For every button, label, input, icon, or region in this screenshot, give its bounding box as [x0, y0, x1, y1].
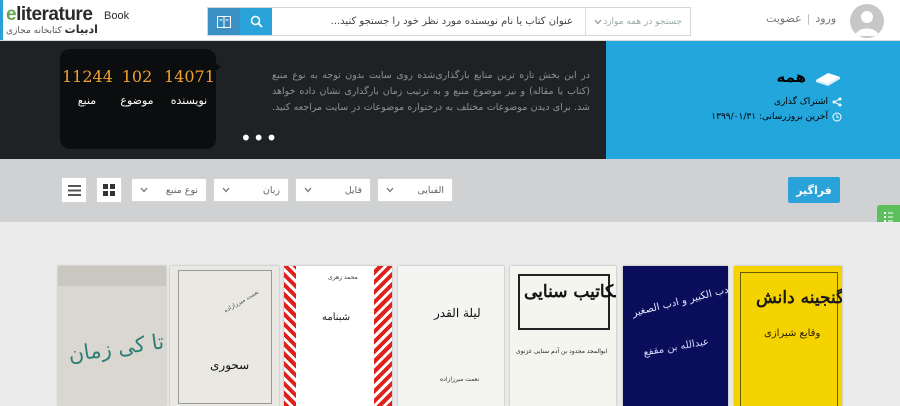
book-title: سحوری — [210, 358, 250, 372]
book-author: نعمت میرزازاده — [440, 376, 480, 383]
chevron-down-icon — [386, 187, 394, 193]
share-icon — [832, 97, 842, 107]
last-updated: آخرین بروزرسانی: ۱۳۹۹/۰۱/۳۱ — [711, 112, 842, 122]
stat-authors: 14071 نویسنده — [164, 67, 215, 107]
book-author: ابوالمجد مجدود بن آدم سنایی غزنوی — [516, 348, 608, 355]
book-icon — [816, 73, 840, 86]
keyboard-icon — [217, 15, 231, 28]
accent-bar — [0, 0, 3, 40]
clock-icon — [832, 112, 842, 122]
book-title: ادب الکبیر و ادب الصغیر — [631, 283, 728, 320]
share-link[interactable]: اشتراک گذاری — [774, 97, 842, 107]
search-input[interactable] — [274, 8, 579, 35]
book-author: محمد زهری — [328, 274, 358, 281]
chevron-down-icon — [304, 187, 312, 193]
book-card[interactable]: گنجینه دانش وقایع شیرازی — [734, 266, 842, 406]
list-view-button[interactable] — [61, 177, 87, 203]
language-select[interactable]: زبان — [213, 178, 289, 202]
stat-subjects: 102 موضوع — [120, 67, 154, 107]
logo-subtitle: ادبیات کتابخانه مجازی — [6, 23, 98, 36]
grid-icon — [103, 184, 115, 196]
search-icon — [250, 15, 263, 28]
search-scope-select[interactable]: جستجو در همه موارد — [585, 8, 690, 35]
chevron-down-icon — [594, 19, 602, 24]
site-logo[interactable]: eliterature Book ادبیات کتابخانه مجازی — [6, 4, 134, 36]
file-select[interactable]: فایل — [295, 178, 371, 202]
book-author: عبدالله بن مقفع — [642, 336, 710, 359]
search-bar: جستجو در همه موارد — [207, 7, 691, 36]
more-button[interactable]: ••• — [240, 126, 278, 150]
book-card[interactable]: سحوری نعمت میرزازاده — [170, 266, 279, 406]
register-link[interactable]: عضویت — [766, 12, 802, 25]
keyboard-button[interactable] — [208, 8, 240, 35]
book-card[interactable]: مکاتیب سنایی ابوالمجد مجدود بن آدم سنایی… — [510, 266, 616, 406]
learner-button[interactable]: فراگیر — [788, 177, 840, 203]
book-author: وقایع شیرازی — [764, 328, 821, 339]
user-icon — [855, 11, 879, 36]
book-title: لیلة القدر — [434, 306, 481, 320]
page-title: همه — [776, 68, 842, 86]
source-type-select[interactable]: نوع منبع — [131, 178, 207, 202]
book-title: مکاتیب سنایی — [524, 282, 616, 302]
alphabet-select[interactable]: الفبایی — [377, 178, 453, 202]
book-title: تا کی زمان — [66, 329, 166, 367]
chevron-down-icon — [140, 187, 148, 193]
cover-pattern — [374, 266, 392, 406]
chevron-down-icon — [222, 187, 230, 193]
auth-links: ورود | عضویت — [766, 12, 836, 25]
book-title: شبنامه — [322, 312, 351, 323]
avatar[interactable] — [850, 4, 884, 38]
search-button[interactable] — [240, 8, 272, 35]
stat-sources: 11244 منبع — [62, 67, 113, 107]
book-title: گنجینه دانش — [756, 288, 842, 308]
divider: | — [806, 12, 811, 25]
login-link[interactable]: ورود — [815, 12, 836, 25]
book-card[interactable]: ادب الکبیر و ادب الصغیر عبدالله بن مقفع — [623, 266, 728, 406]
top-header: eliterature Book ادبیات کتابخانه مجازی ج… — [0, 0, 900, 41]
logo-book-label: Book — [104, 10, 130, 22]
stats-card: 14071 نویسنده 102 موضوع 11244 منبع — [60, 49, 216, 149]
book-card[interactable]: لیلة القدر نعمت میرزازاده — [398, 266, 504, 406]
list-icon — [67, 184, 81, 196]
stats-card-pointer — [212, 60, 221, 74]
book-card[interactable]: تا کی زمان — [58, 266, 166, 406]
grid-view-button[interactable] — [96, 177, 122, 203]
category-panel — [606, 41, 900, 159]
hero-description: در این بخش تازه ترین منابع بارگذاری‌شده … — [272, 70, 590, 113]
cover-band — [58, 266, 166, 286]
book-card[interactable]: محمد زهری شبنامه — [284, 266, 392, 406]
cover-pattern — [284, 266, 296, 406]
